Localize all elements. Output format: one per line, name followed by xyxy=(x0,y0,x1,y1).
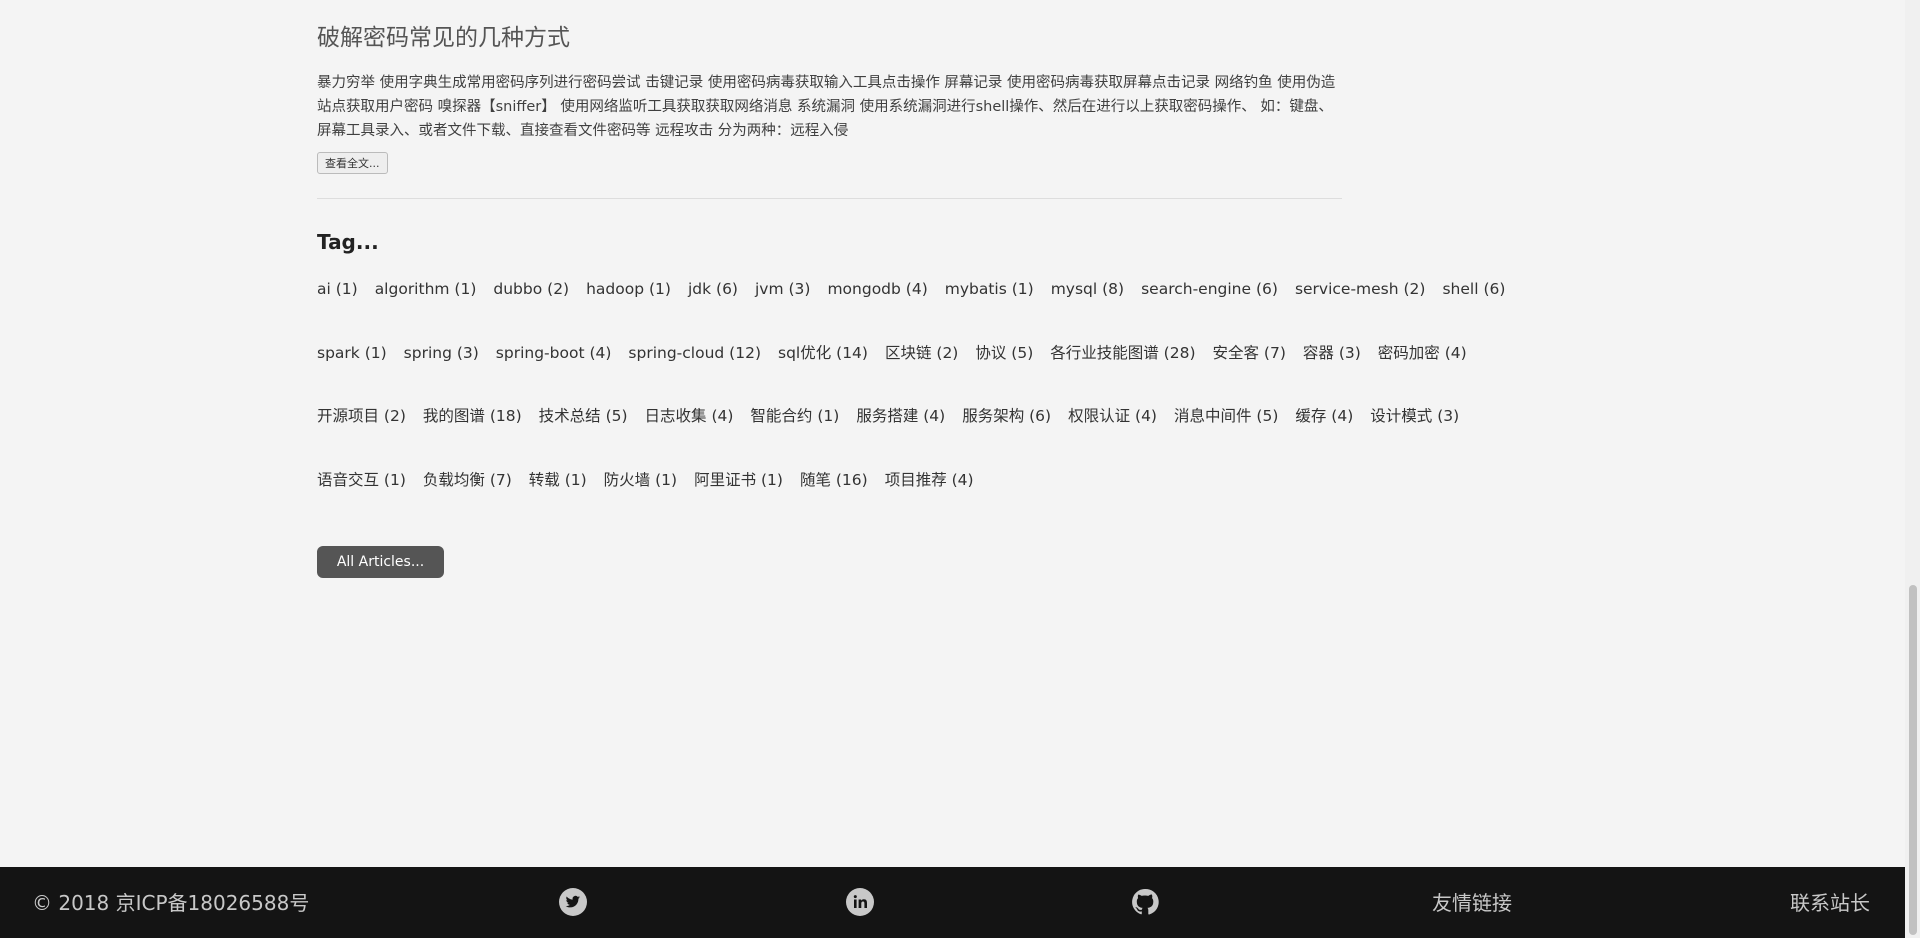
tag-link[interactable]: sql优化 (14) xyxy=(778,342,868,364)
friend-links-link[interactable]: 友情链接 xyxy=(1432,890,1512,916)
tag-link[interactable]: 服务架构 (6) xyxy=(962,405,1051,427)
scrollbar-thumb[interactable] xyxy=(1909,585,1917,935)
tag-link[interactable]: 设计模式 (3) xyxy=(1370,405,1459,427)
tag-link[interactable]: mongodb (4) xyxy=(827,278,927,300)
tag-link[interactable]: 阿里证书 (1) xyxy=(694,469,783,491)
tag-link[interactable]: 项目推荐 (4) xyxy=(885,469,974,491)
page: 破解密码常见的几种方式 暴力穷举 使用字典生成常用密码序列进行密码尝试 击键记录… xyxy=(0,0,1920,938)
tag-link[interactable]: 随笔 (16) xyxy=(800,469,868,491)
tag-link[interactable]: 区块链 (2) xyxy=(885,342,958,364)
tag-link[interactable]: 防火墙 (1) xyxy=(604,469,677,491)
read-more-button[interactable]: 查看全文... xyxy=(317,152,388,174)
tag-cloud: ai (1) algorithm (1) dubbo (2) hadoop (1) jd… xyxy=(317,278,1637,532)
tag-link[interactable]: mysql (8) xyxy=(1051,278,1124,300)
tag-link[interactable]: spring-cloud (12) xyxy=(628,342,761,364)
twitter-icon[interactable] xyxy=(558,887,588,917)
tag-link[interactable]: dubbo (2) xyxy=(493,278,569,300)
tag-row: spark (1) spring (3) spring-boot (4) spring… xyxy=(317,342,1637,406)
tag-link[interactable]: 日志收集 (4) xyxy=(645,405,734,427)
tag-link[interactable]: 消息中间件 (5) xyxy=(1174,405,1278,427)
tag-link[interactable]: jvm (3) xyxy=(755,278,810,300)
linkedin-icon[interactable] xyxy=(845,887,875,917)
tag-link[interactable]: 服务搭建 (4) xyxy=(856,405,945,427)
vertical-scrollbar[interactable] xyxy=(1905,0,1920,938)
tag-link[interactable]: 安全客 (7) xyxy=(1213,342,1286,364)
all-articles-button[interactable]: All Articles... xyxy=(317,546,444,578)
tag-link[interactable]: jdk (6) xyxy=(688,278,738,300)
tag-link[interactable]: 协议 (5) xyxy=(975,342,1033,364)
tag-link[interactable]: 密码加密 (4) xyxy=(1378,342,1467,364)
tag-link[interactable]: spring (3) xyxy=(404,342,479,364)
github-icon[interactable] xyxy=(1130,887,1160,917)
tag-heading: Tag... xyxy=(317,230,379,254)
tag-link[interactable]: spark (1) xyxy=(317,342,387,364)
tag-link[interactable]: service-mesh (2) xyxy=(1295,278,1426,300)
article-title[interactable]: 破解密码常见的几种方式 xyxy=(317,18,1342,58)
tag-link[interactable]: mybatis (1) xyxy=(945,278,1034,300)
tag-link[interactable]: 权限认证 (4) xyxy=(1068,405,1157,427)
footer: © 2018 京ICP备18026588号 友情链接 联系站长 xyxy=(0,867,1905,938)
tag-link[interactable]: 转载 (1) xyxy=(529,469,587,491)
tag-link[interactable]: 开源项目 (2) xyxy=(317,405,406,427)
tag-link[interactable]: ai (1) xyxy=(317,278,358,300)
tag-link[interactable]: search-engine (6) xyxy=(1141,278,1278,300)
tag-link[interactable]: 我的图谱 (18) xyxy=(423,405,522,427)
article-excerpt: 暴力穷举 使用字典生成常用密码序列进行密码尝试 击键记录 使用密码病毒获取输入工… xyxy=(317,75,1336,139)
tag-link[interactable]: 各行业技能图谱 (28) xyxy=(1050,342,1195,364)
tag-row: 开源项目 (2) 我的图谱 (18) 技术总结 (5) 日志收集 (4) 智能合约 (1… xyxy=(317,405,1637,469)
tag-link[interactable]: 负载均衡 (7) xyxy=(423,469,512,491)
tag-link[interactable]: spring-boot (4) xyxy=(496,342,612,364)
article-section: 破解密码常见的几种方式 暴力穷举 使用字典生成常用密码序列进行密码尝试 击键记录… xyxy=(317,18,1342,254)
tag-link[interactable]: 智能合约 (1) xyxy=(750,405,839,427)
tag-row: ai (1) algorithm (1) dubbo (2) hadoop (1) jd… xyxy=(317,278,1637,342)
tag-link[interactable]: 语音交互 (1) xyxy=(317,469,406,491)
tag-link[interactable]: 缓存 (4) xyxy=(1295,405,1353,427)
footer-copyright: © 2018 京ICP备18026588号 xyxy=(32,891,310,915)
contact-link[interactable]: 联系站长 xyxy=(1790,890,1870,916)
tag-row: 语音交互 (1) 负载均衡 (7) 转载 (1) 防火墙 (1) 阿里证书 (1) 随笔 … xyxy=(317,469,1637,533)
tag-link[interactable]: shell (6) xyxy=(1442,278,1505,300)
tag-link[interactable]: 容器 (3) xyxy=(1303,342,1361,364)
tag-link[interactable]: hadoop (1) xyxy=(586,278,671,300)
tag-link[interactable]: algorithm (1) xyxy=(375,278,477,300)
tag-link[interactable]: 技术总结 (5) xyxy=(539,405,628,427)
divider xyxy=(317,198,1342,199)
